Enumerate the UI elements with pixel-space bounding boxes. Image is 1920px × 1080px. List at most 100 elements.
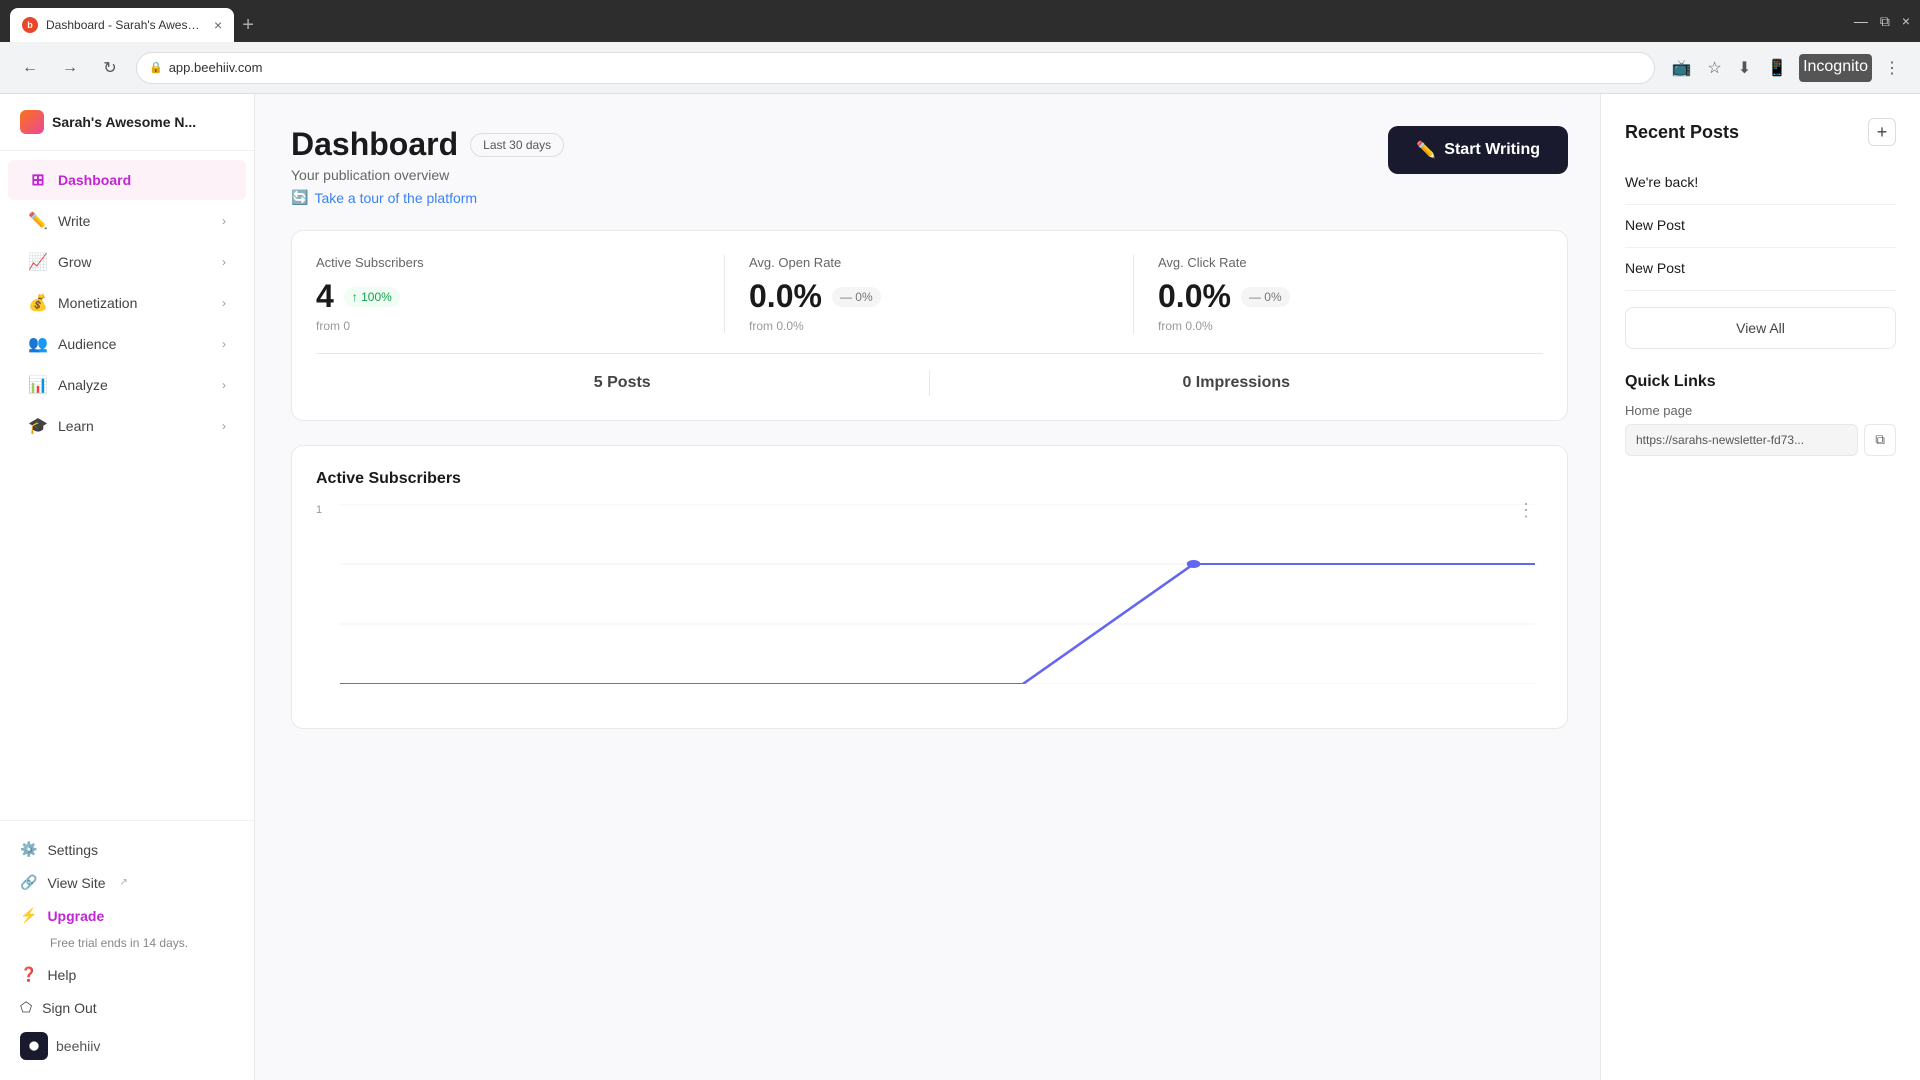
sidebar-item-label: Analyze [58,377,212,393]
sidebar-item-write[interactable]: ✏️ Write › [8,201,246,241]
minimize-button[interactable]: — [1854,13,1868,30]
sidebar-item-audience[interactable]: 👥 Audience › [8,324,246,364]
download-icon[interactable]: ⬇ [1734,54,1755,82]
menu-icon[interactable]: ⋮ [1880,54,1904,82]
page-header: Dashboard Last 30 days Your publication … [291,126,1568,206]
browser-tabs: b Dashboard - Sarah's Awesome N... × + [10,0,262,42]
sidebar-item-grow[interactable]: 📈 Grow › [8,242,246,282]
post-title-3: New Post [1625,260,1685,276]
recent-posts-title: Recent Posts [1625,122,1739,143]
copy-url-button[interactable]: ⧉ [1864,424,1896,456]
write-icon: ✏️ [28,211,48,231]
avg-click-rate-from: from 0.0% [1158,319,1519,333]
settings-icon: ⚙️ [20,841,37,858]
active-subscribers-value-row: 4 ↑ 100% [316,278,700,315]
sidebar-item-view-site[interactable]: 🔗 View Site ↗ [20,866,234,899]
post-title-1: We're back! [1625,174,1698,190]
learn-icon: 🎓 [28,416,48,436]
tab-title: Dashboard - Sarah's Awesome N... [46,18,206,32]
sidebar-item-settings[interactable]: ⚙️ Settings [20,833,234,866]
stats-card: Active Subscribers 4 ↑ 100% from 0 Avg. … [291,230,1568,421]
active-subscribers-value: 4 [316,278,334,315]
publication-name-text: Sarah's Awesome N... [52,114,196,130]
chart-svg [340,504,1535,684]
browser-toolbar: ← → ↻ 🔒 app.beehiiv.com 📺 ☆ ⬇ 📱 Incognit… [0,42,1920,94]
last-30-badge[interactable]: Last 30 days [470,133,564,157]
sidebar-item-label: Monetization [58,295,212,311]
chevron-down-icon: › [222,214,226,228]
sidebar-item-label: Write [58,213,212,229]
publication-name[interactable]: Sarah's Awesome N... [20,110,234,134]
brand-name: beehiiv [56,1038,100,1054]
chart-area: 1 ⋮ [316,504,1543,704]
restore-button[interactable]: ⧉ [1880,13,1890,30]
address-bar[interactable]: 🔒 app.beehiiv.com [136,52,1655,84]
sidebar-item-dashboard[interactable]: ⊞ Dashboard [8,160,246,200]
quick-links: Quick Links Home page https://sarahs-new… [1625,373,1896,456]
settings-label: Settings [47,842,98,858]
sidebar-item-help[interactable]: ❓ Help [20,958,234,991]
view-site-icon: 🔗 [20,874,37,891]
sidebar-item-label: Dashboard [58,172,226,188]
trial-notice: Free trial ends in 14 days. [20,932,234,958]
device-icon[interactable]: 📱 [1763,54,1791,82]
chart-dots-menu[interactable]: ⋮ [1517,500,1535,521]
post-title-2: New Post [1625,217,1685,233]
copy-icon: ⧉ [1875,432,1885,448]
sidebar-item-analyze[interactable]: 📊 Analyze › [8,365,246,405]
quick-links-title: Quick Links [1625,373,1896,391]
sign-out-icon: ⬠ [20,999,32,1016]
sidebar-item-monetization[interactable]: 💰 Monetization › [8,283,246,323]
bookmark-icon[interactable]: ☆ [1703,54,1725,82]
active-subscribers-stat: Active Subscribers 4 ↑ 100% from 0 [316,255,725,333]
sidebar-nav: ⊞ Dashboard ✏️ Write › 📈 Grow › 💰 Moneti… [0,151,254,820]
new-tab-button[interactable]: + [234,8,262,42]
add-post-button[interactable]: + [1868,118,1896,146]
refresh-button[interactable]: ↻ [96,54,124,82]
chart-y-axis: 1 [316,504,330,704]
chevron-down-icon: › [222,337,226,351]
avg-click-rate-stat: Avg. Click Rate 0.0% — 0% from 0.0% [1134,255,1543,333]
right-panel: Recent Posts + We're back! New Post New … [1600,94,1920,1080]
post-item-2[interactable]: New Post [1625,205,1896,248]
page-subtitle: Your publication overview [291,167,564,183]
chevron-down-icon: › [222,419,226,433]
view-site-label: View Site [47,875,105,891]
sidebar-bottom: ⚙️ Settings 🔗 View Site ↗ ⚡ Upgrade Free… [0,820,254,1080]
sidebar-item-learn[interactable]: 🎓 Learn › [8,406,246,446]
url-row: https://sarahs-newsletter-fd73... ⧉ [1625,424,1896,456]
impressions-count: 0 Impressions [930,370,1544,396]
tour-link[interactable]: 🔄 Take a tour of the platform [291,189,564,206]
external-link-icon: ↗ [120,877,128,888]
forward-button[interactable]: → [56,54,84,82]
sidebar-header: Sarah's Awesome N... [0,94,254,151]
avg-click-rate-value-row: 0.0% — 0% [1158,278,1519,315]
avg-open-rate-from: from 0.0% [749,319,1109,333]
cast-icon[interactable]: 📺 [1667,54,1695,82]
sidebar-item-upgrade[interactable]: ⚡ Upgrade [20,899,234,932]
post-item-3[interactable]: New Post [1625,248,1896,291]
tab-close-button[interactable]: × [214,17,222,33]
close-button[interactable]: × [1902,13,1910,30]
active-subscribers-label: Active Subscribers [316,255,700,270]
browser-chrome: b Dashboard - Sarah's Awesome N... × + —… [0,0,1920,42]
main-content: Dashboard Last 30 days Your publication … [255,94,1600,1080]
beehiiv-brand: beehiiv [20,1024,234,1068]
avg-click-rate-value: 0.0% [1158,278,1231,315]
avg-open-rate-value-row: 0.0% — 0% [749,278,1109,315]
avg-click-rate-label: Avg. Click Rate [1158,255,1519,270]
chevron-down-icon: › [222,378,226,392]
chevron-down-icon: › [222,296,226,310]
page-title: Dashboard Last 30 days [291,126,564,163]
chart-title: Active Subscribers [316,470,1543,488]
home-page-label: Home page [1625,403,1896,418]
analyze-icon: 📊 [28,375,48,395]
view-all-button[interactable]: View All [1625,307,1896,349]
post-item-1[interactable]: We're back! [1625,162,1896,205]
toolbar-actions: 📺 ☆ ⬇ 📱 Incognito ⋮ [1667,54,1904,82]
active-tab[interactable]: b Dashboard - Sarah's Awesome N... × [10,8,234,42]
start-writing-button[interactable]: ✏️ Start Writing [1388,126,1568,174]
sidebar-item-sign-out[interactable]: ⬠ Sign Out [20,991,234,1024]
back-button[interactable]: ← [16,54,44,82]
upgrade-label: Upgrade [47,908,104,924]
